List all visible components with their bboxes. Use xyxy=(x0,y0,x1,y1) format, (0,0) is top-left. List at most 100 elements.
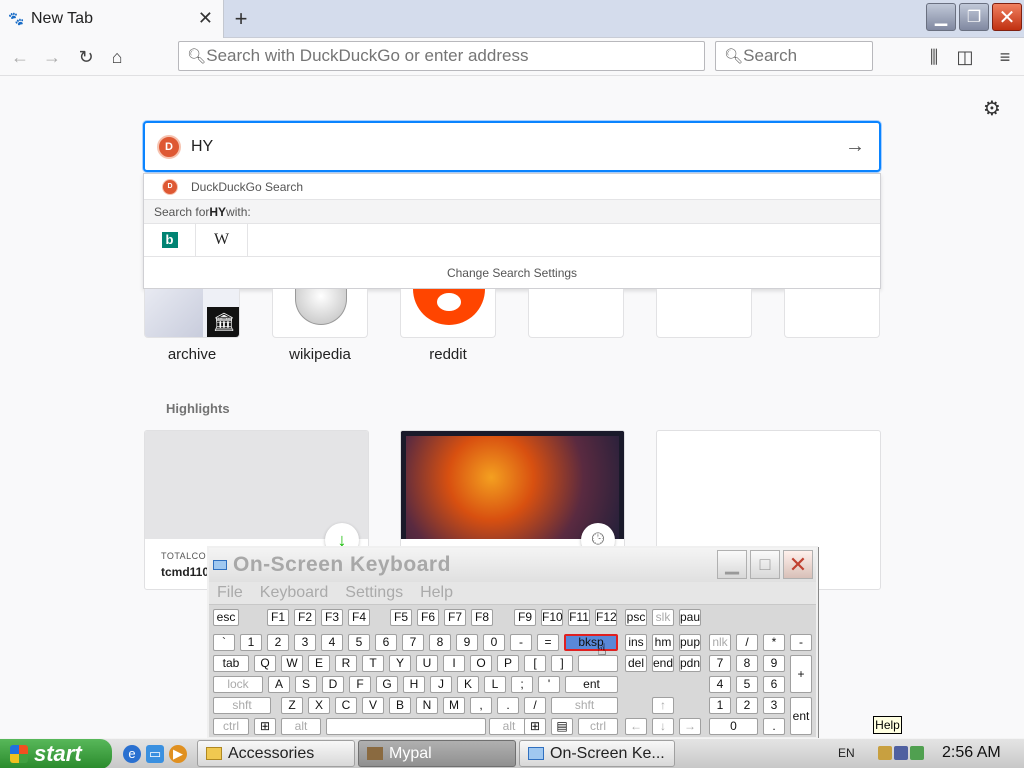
top-site-label[interactable]: archive xyxy=(144,346,240,363)
osk-key-bksp[interactable]: bksp xyxy=(564,634,618,651)
osk-key-x[interactable]: . xyxy=(763,718,785,735)
osk-key-6[interactable]: 6 xyxy=(375,634,397,651)
osk-key-esc[interactable]: esc xyxy=(213,609,239,626)
task-mypal[interactable]: Mypal xyxy=(358,740,516,767)
osk-key-x[interactable]: ← xyxy=(625,718,647,735)
osk-key-hm[interactable]: hm xyxy=(652,634,674,651)
osk-key-u[interactable]: U xyxy=(416,655,438,672)
osk-key-9[interactable]: 9 xyxy=(456,634,478,651)
top-site-label[interactable]: wikipedia xyxy=(272,346,368,363)
osk-key-x[interactable]: → xyxy=(679,718,701,735)
osk-key-3[interactable]: 3 xyxy=(294,634,316,651)
osk-key-del[interactable]: del xyxy=(625,655,647,672)
osk-key-x[interactable]: ▤ xyxy=(551,718,573,735)
close-tab-icon[interactable]: ✕ xyxy=(198,9,213,27)
change-search-settings[interactable]: Change Search Settings xyxy=(144,257,880,288)
osk-key-numpad-plus[interactable]: + xyxy=(790,655,812,693)
top-site-empty[interactable] xyxy=(784,289,880,338)
osk-key-4[interactable]: 4 xyxy=(321,634,343,651)
osk-key-x[interactable]: / xyxy=(736,634,758,651)
osk-key-x[interactable]: - xyxy=(790,634,812,651)
osk-key-f1[interactable]: F1 xyxy=(267,609,289,626)
osk-key-x[interactable]: ↓ xyxy=(652,718,674,735)
osk-key-f4[interactable]: F4 xyxy=(348,609,370,626)
osk-key-2[interactable]: 2 xyxy=(736,697,758,714)
osk-key-f8[interactable]: F8 xyxy=(471,609,493,626)
osk-key-nlk[interactable]: nlk xyxy=(709,634,731,651)
osk-key-c[interactable]: C xyxy=(335,697,357,714)
osk-key-9[interactable]: 9 xyxy=(763,655,785,672)
osk-key-i[interactable]: I xyxy=(443,655,465,672)
osk-key-4[interactable]: 4 xyxy=(709,676,731,693)
osk-key-x[interactable]: X xyxy=(308,697,330,714)
osk-key-x[interactable]: = xyxy=(537,634,559,651)
osk-key-d[interactable]: D xyxy=(322,676,344,693)
osk-menu-file[interactable]: File xyxy=(217,584,243,602)
show-desktop-icon[interactable]: ▭ xyxy=(146,745,164,763)
osk-key-x[interactable]: ` xyxy=(213,634,235,651)
osk-key-e[interactable]: E xyxy=(308,655,330,672)
osk-maximize-button[interactable]: □ xyxy=(750,550,780,579)
page-search-input[interactable] xyxy=(191,137,831,156)
home-button[interactable]: ⌂ xyxy=(105,46,129,68)
osk-key-5[interactable]: 5 xyxy=(736,676,758,693)
osk-key-n[interactable]: N xyxy=(416,697,438,714)
tray-app-icon[interactable] xyxy=(878,746,892,760)
osk-key-8[interactable]: 8 xyxy=(429,634,451,651)
osk-key-p[interactable]: P xyxy=(497,655,519,672)
osk-key-h[interactable]: H xyxy=(403,676,425,693)
osk-key-s[interactable]: S xyxy=(295,676,317,693)
close-window-button[interactable]: ✕ xyxy=(992,3,1022,31)
osk-key-x[interactable]: ] xyxy=(551,655,573,672)
osk-key-q[interactable]: Q xyxy=(254,655,276,672)
osk-titlebar[interactable]: On-Screen Keyboard ▁ □ ✕ xyxy=(209,548,816,582)
osk-key-f11[interactable]: F11 xyxy=(568,609,590,626)
forward-button[interactable]: → xyxy=(40,46,64,68)
osk-key-x[interactable]: ' xyxy=(538,676,560,693)
osk-key-r[interactable]: R xyxy=(335,655,357,672)
network-icon[interactable] xyxy=(894,746,908,760)
osk-key-5[interactable]: 5 xyxy=(348,634,370,651)
osk-close-button[interactable]: ✕ xyxy=(783,550,813,579)
internet-explorer-icon[interactable]: e xyxy=(123,745,141,763)
restore-button[interactable]: ❐ xyxy=(959,3,989,31)
osk-key-0[interactable]: 0 xyxy=(709,718,758,735)
osk-key-alt[interactable]: alt xyxy=(489,718,529,735)
osk-key-3[interactable]: 3 xyxy=(763,697,785,714)
address-input[interactable] xyxy=(206,46,704,66)
osk-key-1[interactable]: 1 xyxy=(709,697,731,714)
osk-key-f12[interactable]: F12 xyxy=(595,609,617,626)
osk-key-x[interactable]: - xyxy=(510,634,532,651)
back-button[interactable]: ← xyxy=(8,46,32,68)
osk-key-x[interactable]: ⊞ xyxy=(254,718,276,735)
osk-key-numpad-enter[interactable]: ent xyxy=(790,697,812,735)
tab-new-tab[interactable]: 🐾 New Tab ✕ xyxy=(0,0,224,38)
osk-key-f10[interactable]: F10 xyxy=(541,609,563,626)
osk-key-f3[interactable]: F3 xyxy=(321,609,343,626)
top-site-archive[interactable]: 🏛 xyxy=(144,289,240,338)
osk-key-7[interactable]: 7 xyxy=(402,634,424,651)
osk-key-shft[interactable]: shft xyxy=(551,697,618,714)
osk-menu-help[interactable]: Help xyxy=(420,584,453,602)
osk-key-z[interactable]: Z xyxy=(281,697,303,714)
osk-menu-keyboard[interactable]: Keyboard xyxy=(260,584,329,602)
minimize-button[interactable]: ▁ xyxy=(926,3,956,31)
osk-key-ctrl[interactable]: ctrl xyxy=(578,718,618,735)
osk-key-pdn[interactable]: pdn xyxy=(679,655,701,672)
engine-wikipedia[interactable]: W xyxy=(196,223,248,257)
osk-key-f2[interactable]: F2 xyxy=(294,609,316,626)
osk-key-2[interactable]: 2 xyxy=(267,634,289,651)
osk-key-y[interactable]: Y xyxy=(389,655,411,672)
osk-key-b[interactable]: B xyxy=(389,697,411,714)
osk-key-g[interactable]: G xyxy=(376,676,398,693)
osk-key-ctrl[interactable]: ctrl xyxy=(213,718,249,735)
osk-key-psc[interactable]: psc xyxy=(625,609,647,626)
top-site-wikipedia[interactable] xyxy=(272,289,368,338)
osk-key-lock[interactable]: lock xyxy=(213,676,263,693)
page-search-box[interactable]: D → xyxy=(143,121,881,172)
language-indicator[interactable]: EN xyxy=(838,746,855,760)
task-accessories[interactable]: Accessories xyxy=(197,740,355,767)
osk-key-v[interactable]: V xyxy=(362,697,384,714)
osk-key-tab[interactable]: tab xyxy=(213,655,249,672)
new-tab-button[interactable]: + xyxy=(230,6,252,32)
